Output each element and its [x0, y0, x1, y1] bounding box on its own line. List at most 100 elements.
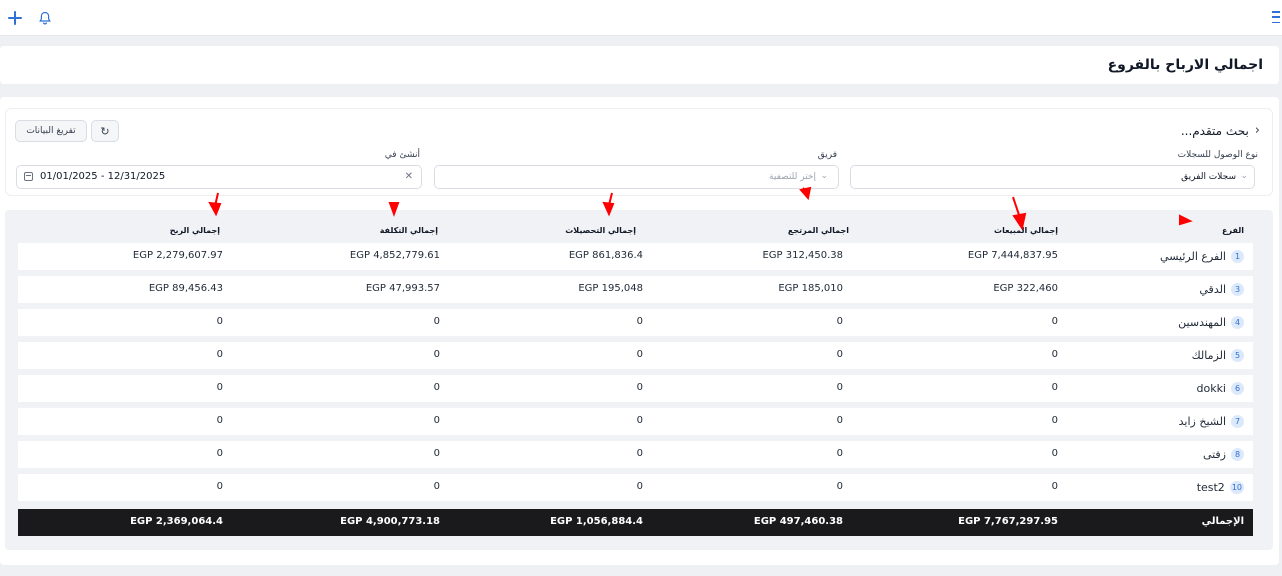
branch-cell: 5 الزمالك [1192, 349, 1244, 362]
sales-cell: EGP 7,444,837.95 [967, 250, 1058, 261]
profit-cell: 0 [216, 382, 223, 393]
top-bar [0, 0, 1282, 36]
profit-cell: 0 [216, 316, 223, 327]
branch-cell: 6 dokki [1196, 382, 1244, 395]
chevron-left-icon: ‹ [1254, 123, 1260, 138]
header-sales: إجمالي المبيعات [994, 226, 1058, 235]
date-range-input[interactable]: 01/01/2025 - 12/31/2025 ✕ [16, 165, 422, 189]
profit-cell: 0 [216, 415, 223, 426]
sales-cell: 0 [1051, 316, 1058, 327]
team-select[interactable]: إختر للتصفية ⌄ [434, 165, 839, 189]
total-returns: EGP 497,460.38 [753, 516, 843, 527]
branch-cell: 1 الفرع الرئيسي [1160, 250, 1244, 263]
branch-number-badge: 5 [1231, 349, 1244, 362]
table-row[interactable]: 1 الفرع الرئيسي EGP 7,444,837.95 EGP 312,45… [18, 243, 1253, 270]
branch-cell: 8 زفتى [1203, 448, 1244, 461]
collections-cell: 0 [636, 349, 643, 360]
advanced-search-toggle[interactable]: ‹ بحث متقدم... [1181, 123, 1260, 138]
returns-cell: 0 [836, 382, 843, 393]
branch-name: الفرع الرئيسي [1160, 250, 1226, 263]
bell-icon[interactable] [34, 7, 56, 29]
collections-cell: 0 [636, 415, 643, 426]
total-row: الإجمالي EGP 7,767,297.95 EGP 497,460.38… [18, 509, 1253, 536]
branch-name: المهندسين [1178, 316, 1226, 329]
returns-cell: 0 [836, 316, 843, 327]
refresh-icon: ↻ [100, 124, 110, 138]
cost-cell: 0 [433, 316, 440, 327]
total-profit: EGP 2,369,064.4 [130, 516, 223, 527]
table-row[interactable]: 3 الدقي EGP 322,460 EGP 185,010 EGP 195,048 E… [18, 276, 1253, 303]
table-header: الفرع إجمالي المبيعات اجمالي المرتجع إجم… [18, 210, 1253, 241]
header-branch: الفرع [1222, 226, 1244, 235]
branch-number-badge: 6 [1231, 382, 1244, 395]
collections-cell: 0 [636, 448, 643, 459]
table-row[interactable]: 4 المهندسين 0 0 0 0 0 [18, 309, 1253, 336]
returns-cell: EGP 312,450.38 [762, 250, 843, 261]
cost-cell: 0 [433, 349, 440, 360]
cost-cell: 0 [433, 448, 440, 459]
team-placeholder: إختر للتصفية [769, 172, 816, 182]
menu-icon[interactable] [1272, 11, 1280, 23]
returns-cell: 0 [836, 481, 843, 492]
total-label: الإجمالي [1201, 516, 1244, 527]
team-label: فريق [817, 150, 837, 160]
branch-name: dokki [1196, 382, 1226, 395]
table-row[interactable]: 8 زفتى 0 0 0 0 0 [18, 441, 1253, 468]
collections-cell: EGP 195,048 [578, 283, 643, 294]
sales-cell: EGP 322,460 [993, 283, 1058, 294]
cost-cell: EGP 4,852,779.61 [349, 250, 440, 261]
clear-data-button[interactable]: تفريغ البيانات [15, 120, 87, 142]
returns-cell: 0 [836, 448, 843, 459]
returns-cell: EGP 185,010 [778, 283, 843, 294]
branch-cell: 3 الدقي [1199, 283, 1244, 296]
date-range-value: 01/01/2025 - 12/31/2025 [40, 171, 166, 182]
profit-table: الفرع إجمالي المبيعات اجمالي المرتجع إجم… [5, 210, 1273, 550]
chevron-down-icon: ⌄ [820, 171, 828, 181]
access-type-label: نوع الوصول للسجلات [1177, 150, 1258, 160]
profit-cell: 0 [216, 448, 223, 459]
clear-date-icon[interactable]: ✕ [405, 171, 413, 182]
branch-name: الدقي [1199, 283, 1226, 296]
branch-number-badge: 1 [1231, 250, 1244, 263]
access-type-select[interactable]: سجلات الفريق ⌄ [850, 165, 1255, 189]
total-collections: EGP 1,056,884.4 [550, 516, 643, 527]
plus-icon[interactable] [4, 7, 26, 29]
cost-cell: 0 [433, 415, 440, 426]
cost-cell: 0 [433, 481, 440, 492]
total-sales: EGP 7,767,297.95 [958, 516, 1058, 527]
sales-cell: 0 [1051, 481, 1058, 492]
table-row[interactable]: 10 test2 0 0 0 0 0 [18, 474, 1253, 501]
branch-name: test2 [1196, 481, 1225, 494]
profit-cell: 0 [216, 481, 223, 492]
branch-number-badge: 8 [1231, 448, 1244, 461]
sales-cell: 0 [1051, 382, 1058, 393]
profit-cell: EGP 2,279,607.97 [132, 250, 223, 261]
branch-number-badge: 4 [1231, 316, 1244, 329]
branch-number-badge: 7 [1231, 415, 1244, 428]
branch-cell: 10 test2 [1197, 481, 1244, 494]
header-collections: إجمالي التحصيلات [565, 226, 636, 235]
table-row[interactable]: 5 الزمالك 0 0 0 0 0 [18, 342, 1253, 369]
created-in-label: أنشئ في [384, 150, 420, 160]
table-row[interactable]: 6 dokki 0 0 0 0 0 [18, 375, 1253, 402]
page-title: اجمالي الارباح بالفروع [1107, 57, 1263, 73]
table-row[interactable]: 7 الشيخ زايد 0 0 0 0 0 [18, 408, 1253, 435]
branch-name: زفتى [1202, 448, 1226, 461]
refresh-button[interactable]: ↻ [91, 120, 119, 142]
access-type-value: سجلات الفريق [1181, 172, 1236, 182]
collections-cell: 0 [636, 382, 643, 393]
advanced-search-panel: ‹ بحث متقدم... ↻ تفريغ البيانات نوع الوص… [5, 108, 1273, 196]
returns-cell: 0 [836, 349, 843, 360]
returns-cell: 0 [836, 415, 843, 426]
advanced-search-label: بحث متقدم... [1180, 123, 1249, 138]
collections-cell: EGP 861,836.4 [568, 250, 643, 261]
sales-cell: 0 [1051, 349, 1058, 360]
sales-cell: 0 [1051, 415, 1058, 426]
branch-number-badge: 10 [1229, 481, 1244, 494]
profit-cell: 0 [216, 349, 223, 360]
branch-cell: 7 الشيخ زايد [1179, 415, 1244, 428]
page-header: اجمالي الارباح بالفروع [0, 46, 1279, 84]
header-profit: إجمالي الربح [169, 226, 220, 235]
report-card: ‹ بحث متقدم... ↻ تفريغ البيانات نوع الوص… [0, 97, 1279, 565]
collections-cell: 0 [636, 316, 643, 327]
